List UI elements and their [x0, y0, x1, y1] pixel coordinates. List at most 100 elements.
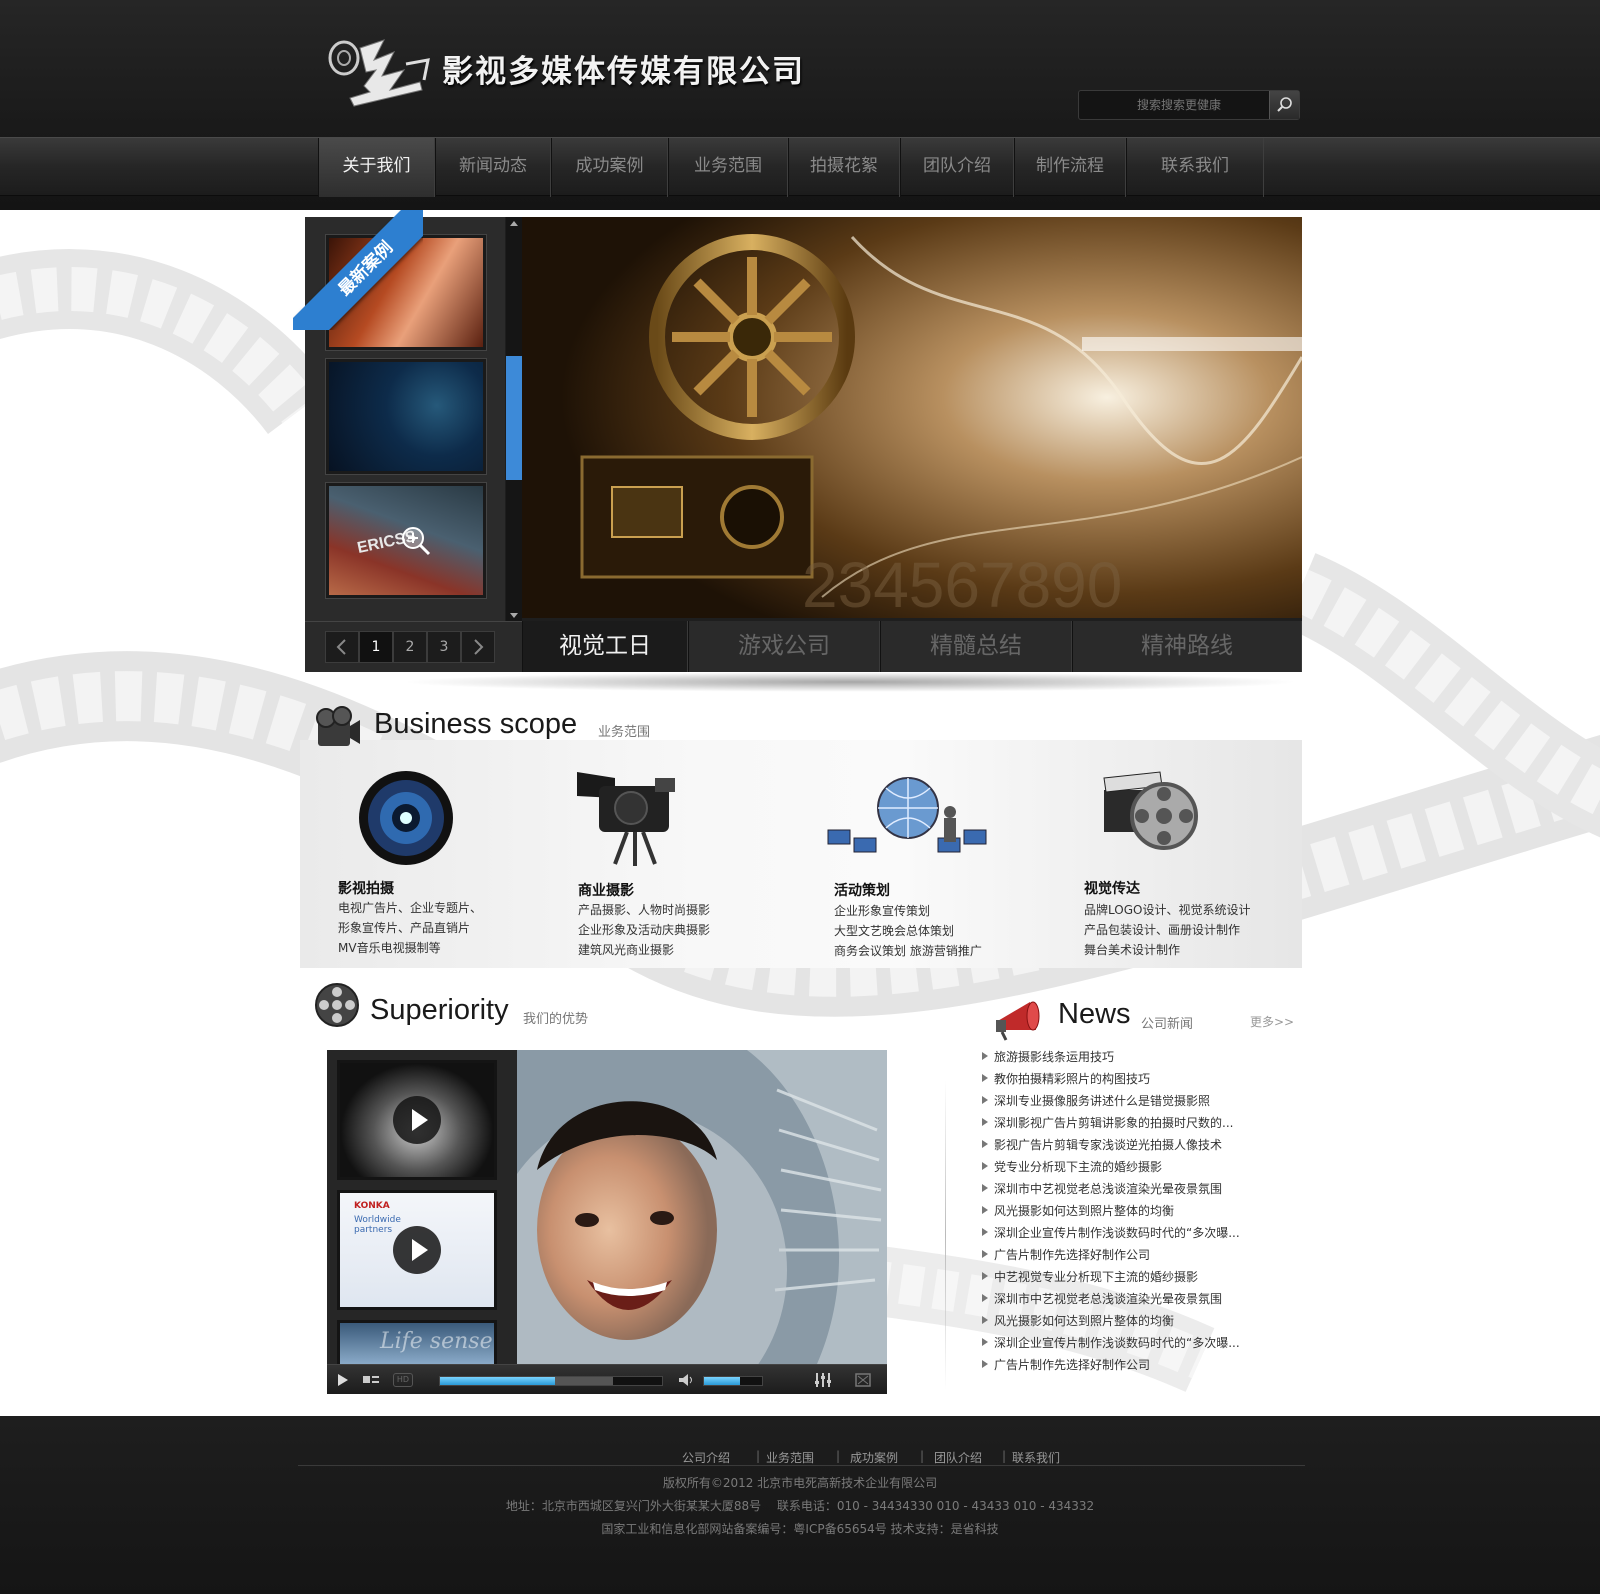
footer-link-business[interactable]: 业务范围 — [766, 1449, 814, 1466]
footer-link-team[interactable]: 团队介绍 — [934, 1449, 982, 1466]
video-thumb-3-caption: Life sense — [380, 1329, 493, 1354]
volume-bar — [704, 1377, 740, 1385]
pager-next-button[interactable] — [461, 631, 495, 663]
pager-page-2[interactable]: 2 — [393, 631, 427, 663]
ribbon-label: 最新案例 — [293, 210, 423, 330]
news-item[interactable]: 深圳企业宣传片制作浅谈数码时代的“多次曝... — [982, 1224, 1240, 1241]
service-2-line-3: 建筑风光商业摄影 — [578, 943, 675, 957]
service-title-4: 视觉传达 — [1084, 881, 1140, 897]
fullscreen-icon[interactable] — [853, 1371, 873, 1389]
news-item[interactable]: 中艺视觉专业分析现下主流的婚纱摄影 — [981, 1268, 1198, 1285]
film-reel-icon — [315, 983, 359, 1027]
video-playlist: KONKA Worldwide partners Life sense — [327, 1050, 517, 1364]
news-item[interactable]: 广告片制作先选择好制作公司 — [981, 1356, 1150, 1373]
banner-shadow — [400, 672, 1300, 692]
case-thumb-2[interactable] — [325, 358, 487, 475]
search-icon — [1277, 97, 1292, 112]
service-1-line-2: 形象宣传片、产品直销片 — [338, 921, 471, 935]
hd-button[interactable]: HD — [393, 1373, 413, 1387]
news-item[interactable]: 旅游摄影线条运用技巧 — [981, 1048, 1114, 1065]
video-thumb-3[interactable]: Life sense — [337, 1320, 497, 1364]
news-more-link[interactable]: 更多>> — [1250, 1013, 1294, 1030]
footer-link-contact[interactable]: 联系我们 — [1012, 1449, 1060, 1466]
banner-tab-2[interactable]: 游戏公司 — [688, 621, 880, 672]
news-title: News — [1058, 998, 1131, 1030]
banner-digits: 234567890 — [802, 549, 1122, 618]
pager-page-1[interactable]: 1 — [359, 631, 393, 663]
service-3-line-3: 商务会议策划 旅游营销推广 — [834, 944, 982, 958]
megaphone-icon — [996, 1001, 1040, 1041]
footer-link-about[interactable]: 公司介绍 — [682, 1449, 730, 1466]
footer-address: 地址：北京市西城区复兴门外大街某某大厦88号 联系电话：010 - 344343… — [505, 1499, 1095, 1513]
pager-prev-button[interactable] — [325, 631, 359, 663]
footer-separator: | — [920, 1449, 925, 1463]
service-title-3: 活动策划 — [834, 883, 890, 899]
footer-copyright: 版权所有©2012 北京市电死高新技术企业有限公司 — [662, 1476, 938, 1490]
news-item[interactable]: 深圳市中艺视觉老总浅谈渲染光晕夜景氛围 — [981, 1290, 1222, 1307]
equalizer-icon[interactable] — [813, 1371, 833, 1389]
film-camera-icon — [316, 706, 360, 746]
news-item[interactable]: 风光摄影如何达到照片整体的均衡 — [981, 1312, 1174, 1329]
video-thumb-brand: KONKA — [354, 1201, 390, 1211]
news-item[interactable]: 风光摄影如何达到照片整体的均衡 — [981, 1202, 1174, 1219]
case-thumb-3[interactable]: ERICSS — [325, 482, 487, 599]
scrollbar-thumb[interactable] — [506, 356, 522, 480]
service-4-line-1: 品牌LOGO设计、视觉系统设计 — [1084, 903, 1251, 917]
superiority-title: Superiority — [370, 994, 509, 1026]
service-title-1: 影视拍摄 — [338, 881, 394, 897]
progress-bar — [440, 1377, 556, 1385]
chevron-left-icon — [336, 639, 346, 655]
chevron-right-icon — [474, 639, 484, 655]
logo-icon[interactable] — [324, 30, 444, 112]
banner-main-image[interactable]: 234567890 — [522, 217, 1302, 618]
play-button-icon[interactable] — [335, 1371, 351, 1389]
nav-shooting[interactable]: 拍摄花絮 — [788, 138, 900, 197]
network-globe-icon — [827, 777, 987, 853]
banner-tab-1[interactable]: 视觉工日 — [522, 621, 688, 672]
banner-tab-3[interactable]: 精髓总结 — [880, 621, 1072, 672]
video-screen[interactable] — [517, 1050, 887, 1364]
pager-page-3[interactable]: 3 — [427, 631, 461, 663]
nav-contact[interactable]: 联系我们 — [1126, 138, 1264, 197]
footer-separator: | — [1002, 1449, 1007, 1463]
service-1-line-3: MV音乐电视摄制等 — [338, 941, 441, 955]
nav-news[interactable]: 新闻动态 — [435, 138, 551, 197]
news-item[interactable]: 影视广告片剪辑专家浅谈逆光拍摄人像技术 — [981, 1136, 1222, 1153]
volume-track[interactable] — [703, 1376, 763, 1386]
news-item[interactable]: 深圳影视广告片剪辑讲影象的拍摄时尺数的... — [981, 1114, 1233, 1131]
nav-business[interactable]: 业务范围 — [668, 138, 788, 197]
footer-divider — [298, 1465, 1305, 1466]
footer-separator: | — [756, 1449, 761, 1463]
play-icon — [393, 1096, 441, 1144]
service-2-line-1: 产品摄影、人物时尚摄影 — [578, 903, 711, 917]
banner-tabs: 视觉工日 游戏公司 精髓总结 精神路线 — [522, 621, 1302, 672]
banner-tab-4[interactable]: 精神路线 — [1072, 621, 1302, 672]
banner-pager: 1 2 3 — [305, 621, 522, 672]
nav-process[interactable]: 制作流程 — [1014, 138, 1126, 197]
news-divider — [945, 1080, 946, 1390]
business-scope-subtitle: 业务范围 — [598, 725, 651, 740]
clapper-reel-icon — [1103, 771, 1198, 850]
footer-link-cases[interactable]: 成功案例 — [850, 1449, 898, 1466]
news-item[interactable]: 党专业分析现下主流的婚纱摄影 — [981, 1158, 1162, 1175]
news-item[interactable]: 深圳专业摄像服务讲述什么是错觉摄影照 — [981, 1092, 1210, 1109]
progress-track[interactable] — [439, 1376, 663, 1386]
video-thumb-2[interactable]: KONKA Worldwide partners — [337, 1190, 497, 1310]
nav-about[interactable]: 关于我们 — [318, 138, 435, 197]
service-3-line-1: 企业形象宣传策划 — [834, 904, 931, 918]
footer-separator: | — [836, 1449, 841, 1463]
news-item[interactable]: 广告片制作先选择好制作公司 — [981, 1246, 1150, 1263]
nav-cases[interactable]: 成功案例 — [551, 138, 668, 197]
nav-team[interactable]: 团队介绍 — [900, 138, 1014, 197]
volume-icon[interactable] — [677, 1371, 697, 1389]
news-item[interactable]: 教你拍摄精彩照片的构图技巧 — [981, 1070, 1150, 1087]
search-box — [1078, 90, 1300, 120]
news-item[interactable]: 深圳市中艺视觉老总浅谈渲染光晕夜景氛围 — [981, 1180, 1222, 1197]
search-button[interactable] — [1269, 91, 1299, 119]
superiority-subtitle: 我们的优势 — [523, 1012, 589, 1027]
search-input[interactable] — [1091, 91, 1267, 119]
company-name: 影视多媒体传媒有限公司 — [442, 54, 805, 90]
video-thumb-1[interactable] — [337, 1060, 497, 1180]
news-item[interactable]: 深圳企业宣传片制作浅谈数码时代的“多次曝... — [982, 1334, 1240, 1351]
playlist-icon[interactable] — [361, 1371, 381, 1389]
